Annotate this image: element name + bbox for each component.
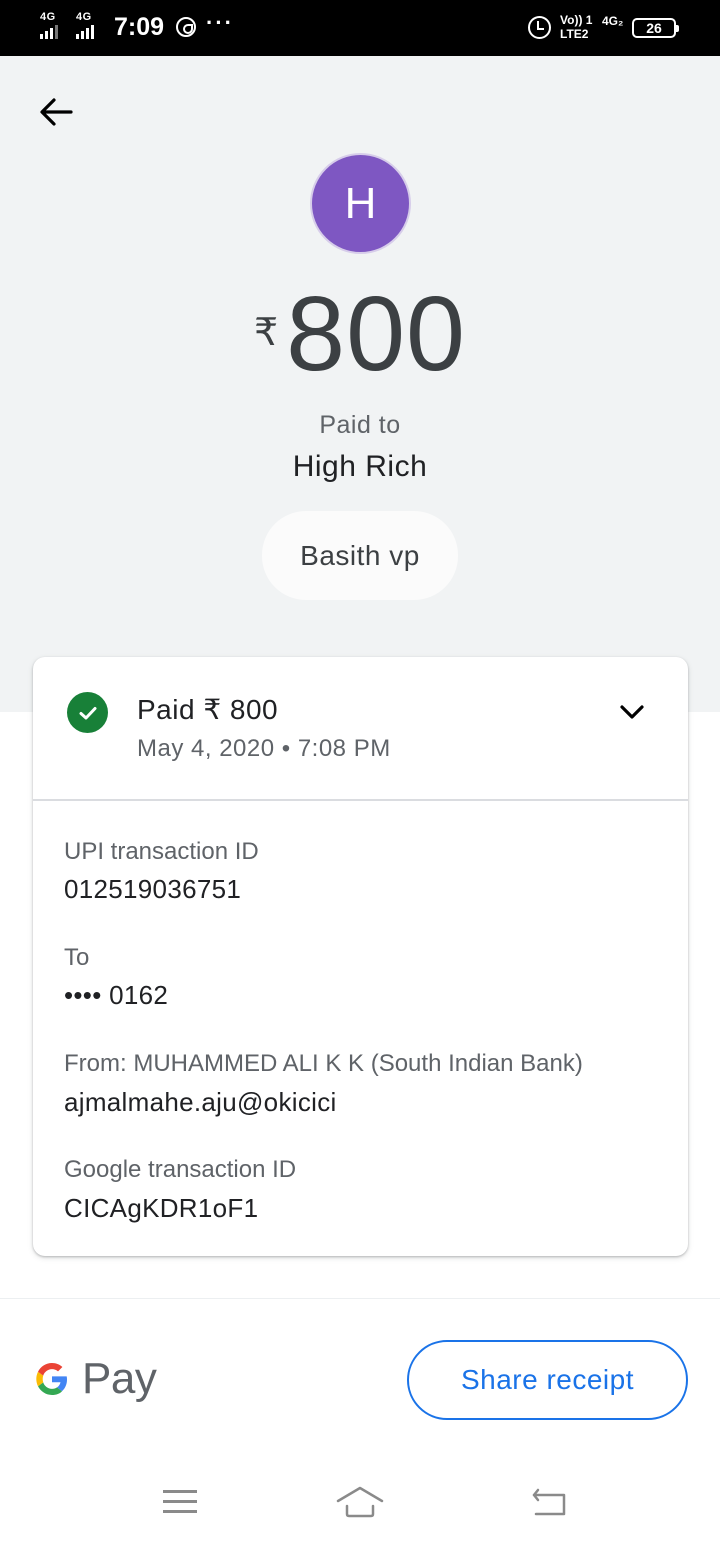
menu-icon[interactable] — [163, 1488, 197, 1516]
share-receipt-button[interactable]: Share receipt — [407, 1340, 688, 1420]
google-transaction-id-label: Google transaction ID — [64, 1156, 297, 1183]
amount-display: ₹ 800 — [0, 275, 720, 393]
check-circle-icon — [67, 692, 108, 733]
lte-label: LTE2 — [560, 27, 589, 41]
payment-status-title: Paid ₹ 800 — [137, 694, 279, 725]
sim2-signal-icon: 4G — [76, 12, 94, 39]
sim1-signal-icon: 4G — [40, 12, 58, 39]
status-time: 7:09 — [114, 13, 165, 41]
status-bar: 4G 4G 7:09 ··· Vo)) 1 LTE2 4G₂ 26 — [0, 0, 720, 56]
contact-chip[interactable]: Basith vp — [262, 511, 458, 600]
payee-name: High Rich — [292, 450, 428, 483]
transaction-details-card: Paid ₹ 800 May 4, 2020 • 7:08 PM UPI tra… — [33, 657, 688, 1256]
back-nav-icon[interactable] — [530, 1486, 568, 1518]
more-notifications-icon: ··· — [206, 10, 234, 35]
avatar-initial: H — [344, 178, 377, 228]
to-label: To — [64, 944, 90, 971]
upi-transaction-id-value[interactable]: 012519036751 — [64, 874, 241, 905]
google-g-icon — [36, 1363, 67, 1395]
sim1-network-label: 4G — [40, 11, 56, 23]
arrow-back-icon — [40, 98, 73, 126]
gpay-wordmark: Pay — [82, 1354, 157, 1403]
volte-label: Vo)) 1 — [560, 13, 593, 27]
card-divider — [33, 799, 688, 801]
system-nav-bar — [0, 1464, 720, 1544]
contact-chip-label: Basith vp — [300, 539, 420, 571]
from-upi-id-value: ajmalmahe.aju@okicici — [64, 1087, 337, 1117]
home-icon[interactable] — [336, 1484, 384, 1518]
whatsapp-icon — [176, 17, 196, 37]
google-transaction-id-value[interactable]: CICAgKDR1oF1 — [64, 1193, 258, 1224]
alarm-icon — [528, 16, 551, 39]
network-4g-indicator: 4G₂ — [602, 14, 624, 28]
upi-transaction-id-label: UPI transaction ID — [64, 838, 259, 865]
from-label: From: MUHAMMED ALI K K (South Indian Ban… — [64, 1050, 583, 1077]
footer-divider — [0, 1298, 720, 1299]
paid-to-label: Paid to — [319, 411, 401, 439]
volte-indicator: Vo)) 1 LTE2 — [560, 13, 592, 41]
expand-details-button[interactable] — [613, 693, 651, 731]
battery-icon: 26 — [632, 18, 679, 38]
amount-value: 800 — [286, 275, 467, 393]
payment-datetime: May 4, 2020 • 7:08 PM — [137, 735, 391, 762]
back-button[interactable] — [28, 84, 84, 140]
to-account-value: •••• 0162 — [64, 980, 169, 1010]
chevron-down-icon — [620, 705, 644, 719]
gpay-logo: Pay — [32, 1354, 157, 1404]
share-receipt-label: Share receipt — [460, 1364, 635, 1395]
avatar: H — [310, 153, 411, 254]
currency-symbol: ₹ — [253, 312, 279, 354]
sim2-network-label: 4G — [76, 11, 92, 23]
